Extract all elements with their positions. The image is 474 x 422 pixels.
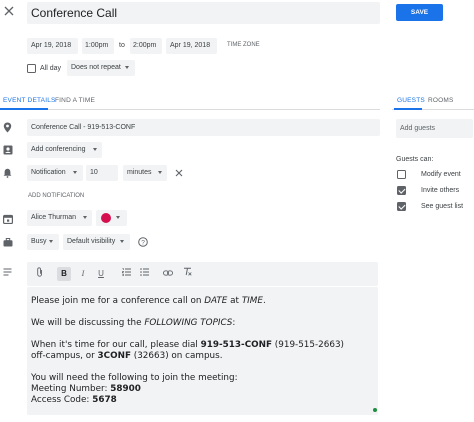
desc-line-1: Please join me for a conference call on … — [31, 296, 266, 306]
desc-line-5: You will need the following to join the … — [31, 373, 238, 383]
desc-line-7: Access Code: 5678 — [31, 395, 117, 405]
end-date[interactable]: Apr 19, 2018 — [166, 38, 217, 54]
add-guests-input[interactable]: Add guests — [396, 119, 473, 138]
bell-icon — [3, 168, 12, 180]
calendar-color-dropdown[interactable] — [96, 210, 127, 226]
start-date[interactable]: Apr 19, 2018 — [27, 38, 78, 54]
event-title: Conference Call — [31, 6, 118, 20]
tab-divider — [0, 109, 380, 110]
guest-tab-indicator — [394, 108, 422, 110]
attachment-icon[interactable] — [33, 267, 47, 281]
bulleted-list-icon[interactable] — [137, 267, 151, 281]
add-notification-link[interactable]: ADD NOTIFICATION — [28, 193, 84, 199]
see-guest-list-checkbox[interactable] — [397, 202, 406, 211]
conferencing-icon — [3, 145, 13, 157]
chevron-down-icon — [125, 66, 129, 69]
chevron-down-icon — [116, 216, 120, 219]
location-input[interactable]: Conference Call - 919-513-CONF — [27, 119, 380, 136]
invite-others-checkbox[interactable] — [397, 186, 406, 195]
guests-can-label: Guests can: — [396, 156, 434, 163]
title-input[interactable]: Conference Call — [27, 2, 380, 24]
start-time[interactable]: 1:00pm — [82, 38, 114, 54]
desc-line-6: Meeting Number: 58900 — [31, 384, 141, 394]
location-pin-icon — [3, 122, 12, 135]
modify-event-checkbox[interactable] — [397, 170, 406, 179]
tab-guests[interactable]: GUESTS — [397, 97, 425, 104]
all-day-label: All day — [40, 65, 62, 72]
to-label: to — [119, 42, 125, 49]
numbered-list-icon[interactable] — [119, 267, 133, 281]
notification-value-input[interactable]: 10 — [86, 165, 118, 181]
busy-dropdown[interactable]: Busy — [27, 234, 59, 250]
color-swatch — [101, 213, 111, 223]
link-icon[interactable] — [161, 267, 175, 281]
italic-icon[interactable]: I — [76, 267, 90, 281]
time-zone-link[interactable]: TIME ZONE — [227, 42, 260, 48]
desc-line-3: When it's time for our call, please dial… — [31, 340, 344, 350]
description-editor[interactable]: Please join me for a conference call on … — [27, 287, 378, 415]
notification-unit-dropdown[interactable]: minutes — [123, 165, 167, 181]
briefcase-icon — [3, 238, 13, 249]
calendar-owner-dropdown[interactable]: Alice Thurman — [27, 210, 92, 226]
see-guest-list-label: See guest list — [421, 203, 464, 210]
remove-notification-icon[interactable] — [175, 169, 183, 179]
resize-handle[interactable] — [373, 408, 377, 412]
end-time[interactable]: 2:00pm — [130, 38, 162, 54]
clear-formatting-icon[interactable] — [180, 267, 194, 281]
modify-event-label: Modify event — [421, 171, 461, 178]
tab-rooms[interactable]: ROOMS — [428, 97, 454, 104]
chevron-down-icon — [83, 216, 87, 219]
tab-event-details[interactable]: EVENT DETAILS — [3, 97, 56, 104]
chevron-down-icon — [49, 240, 53, 243]
all-day-checkbox[interactable] — [27, 64, 36, 73]
notification-type-dropdown[interactable]: Notification — [27, 165, 83, 181]
desc-line-4: off-campus, or 3CONF (32663) on campus. — [31, 351, 223, 361]
chevron-down-icon — [73, 171, 77, 174]
calendar-icon — [3, 214, 14, 226]
close-icon[interactable] — [3, 5, 15, 17]
desc-line-2: We will be discussing the FOLLOWING TOPI… — [31, 318, 236, 328]
active-tab-indicator — [0, 108, 48, 110]
svg-text:?: ? — [141, 239, 145, 246]
bold-icon[interactable]: B — [57, 267, 71, 281]
chevron-down-icon — [93, 148, 97, 151]
description-toolbar: B I U — [27, 262, 378, 286]
tab-find-a-time[interactable]: FIND A TIME — [55, 97, 95, 104]
underline-icon[interactable]: U — [94, 267, 108, 281]
save-button[interactable]: SAVE — [396, 4, 443, 21]
add-conferencing-dropdown[interactable]: Add conferencing — [27, 142, 102, 158]
visibility-dropdown[interactable]: Default visibility — [63, 234, 130, 250]
repeat-dropdown[interactable]: Does not repeat — [67, 60, 135, 76]
help-icon[interactable]: ? — [138, 237, 148, 249]
invite-others-label: Invite others — [421, 187, 460, 194]
description-text: Please join me for a conference call on … — [31, 296, 377, 406]
description-icon — [3, 268, 12, 278]
chevron-down-icon — [120, 240, 124, 243]
chevron-down-icon — [158, 171, 162, 174]
